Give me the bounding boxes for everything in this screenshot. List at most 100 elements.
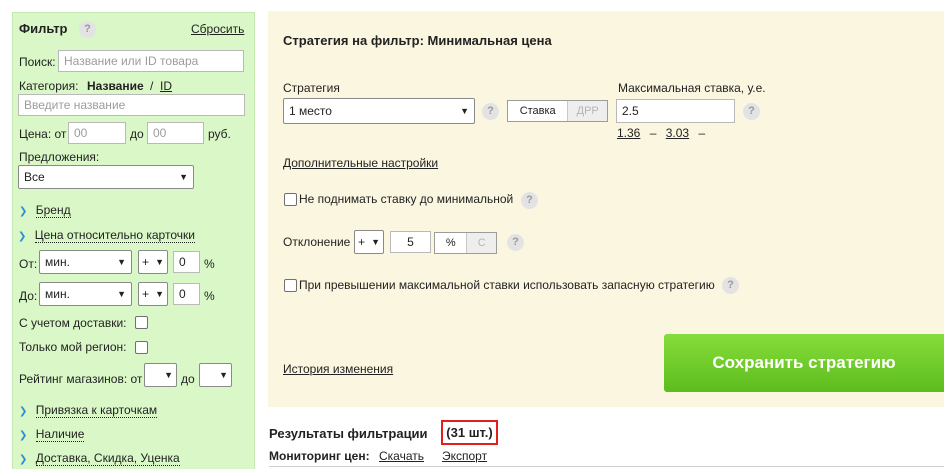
chevron-right-icon: ❯ bbox=[19, 430, 28, 441]
strategy-select[interactable]: 1 место ▼ bbox=[283, 98, 475, 124]
chevron-right-icon: ❯ bbox=[19, 406, 28, 417]
download-link[interactable]: Скачать bbox=[379, 449, 424, 463]
from-label: От: bbox=[19, 257, 38, 271]
to-select-value: мин. bbox=[45, 287, 70, 301]
reset-link[interactable]: Сбросить bbox=[191, 22, 244, 36]
category-by-id[interactable]: ID bbox=[160, 79, 172, 93]
rating-to-select[interactable]: ▼ bbox=[199, 363, 232, 387]
card-price-link[interactable]: Цена относительно карточки bbox=[34, 228, 195, 243]
rating-from-select[interactable]: ▼ bbox=[144, 363, 177, 387]
no-raise-help-icon[interactable]: ? bbox=[521, 192, 538, 209]
results-divider bbox=[269, 466, 944, 467]
availability-toggle[interactable]: ❯ Наличие bbox=[19, 427, 85, 442]
chevron-down-icon: ▼ bbox=[117, 289, 126, 299]
bid-mode-drr[interactable]: ДРР bbox=[567, 101, 607, 121]
bid-hint-dash-1: – bbox=[649, 126, 657, 140]
chevron-down-icon: ▼ bbox=[460, 106, 469, 116]
max-bid-input[interactable] bbox=[616, 99, 735, 123]
to-select[interactable]: мин. ▼ bbox=[39, 282, 132, 306]
price-from-input[interactable] bbox=[68, 122, 126, 144]
category-separator: / bbox=[150, 79, 154, 93]
from-sign-value: + bbox=[142, 255, 150, 269]
fallback-label: При превышении максимальной ставки испол… bbox=[299, 278, 715, 292]
strategy-label: Стратегия bbox=[283, 81, 340, 95]
export-link[interactable]: Экспорт bbox=[442, 449, 487, 463]
deviation-help-icon[interactable]: ? bbox=[507, 234, 524, 251]
from-select-value: мин. bbox=[45, 255, 70, 269]
filter-help-icon[interactable]: ? bbox=[79, 21, 96, 38]
from-percent: % bbox=[204, 257, 215, 271]
max-bid-label: Максимальная ставка, у.е. bbox=[618, 81, 766, 95]
deviation-sign-select[interactable]: + ▼ bbox=[354, 230, 384, 254]
fallback-help-icon[interactable]: ? bbox=[722, 277, 739, 294]
chevron-right-icon: ❯ bbox=[19, 206, 28, 217]
strategy-select-value: 1 место bbox=[289, 104, 332, 118]
deviation-currency[interactable]: С bbox=[466, 233, 496, 253]
offers-select[interactable]: Все ▼ bbox=[18, 165, 194, 189]
bid-hint-2[interactable]: 3.03 bbox=[666, 126, 689, 140]
chevron-down-icon: ▼ bbox=[155, 257, 164, 267]
delivery-discount-link[interactable]: Доставка, Скидка, Уценка bbox=[35, 451, 180, 466]
card-price-toggle[interactable]: ❯ Цена относительно карточки bbox=[18, 228, 195, 243]
chevron-down-icon: ▼ bbox=[164, 370, 173, 380]
region-label: Только мой регион: bbox=[19, 340, 127, 354]
chevron-down-icon: ▼ bbox=[219, 370, 228, 380]
to-percent: % bbox=[204, 289, 215, 303]
strategy-help-icon[interactable]: ? bbox=[482, 103, 499, 120]
chevron-down-icon: ▼ bbox=[117, 257, 126, 267]
rating-label: Рейтинг магазинов: от bbox=[19, 372, 143, 386]
delivery-checkbox[interactable] bbox=[135, 316, 148, 329]
chevron-down-icon: ▼ bbox=[371, 237, 380, 247]
category-input[interactable] bbox=[18, 94, 245, 116]
results-count: (31 шт.) bbox=[441, 420, 498, 445]
search-label: Поиск: bbox=[19, 55, 56, 69]
to-sign-value: + bbox=[142, 287, 150, 301]
bid-mode-bid[interactable]: Ставка bbox=[508, 101, 568, 121]
brand-link[interactable]: Бренд bbox=[35, 203, 71, 218]
max-bid-help-icon[interactable]: ? bbox=[743, 103, 760, 120]
from-value-input[interactable] bbox=[173, 251, 200, 273]
category-by-name[interactable]: Название bbox=[87, 79, 144, 93]
bid-hint-1[interactable]: 1.36 bbox=[617, 126, 640, 140]
monitoring-label: Мониторинг цен: bbox=[269, 449, 370, 463]
offers-label: Предложения: bbox=[19, 150, 100, 164]
to-label: До: bbox=[19, 289, 38, 303]
price-label: Цена: от bbox=[19, 127, 67, 141]
search-input[interactable] bbox=[58, 50, 244, 72]
brand-toggle[interactable]: ❯ Бренд bbox=[19, 203, 71, 218]
chevron-right-icon: ❯ bbox=[19, 454, 28, 465]
price-unit: руб. bbox=[208, 127, 231, 141]
no-raise-label: Не поднимать ставку до минимальной bbox=[299, 192, 514, 206]
delivery-discount-toggle[interactable]: ❯ Доставка, Скидка, Уценка bbox=[19, 451, 180, 466]
card-binding-link[interactable]: Привязка к карточкам bbox=[35, 403, 158, 418]
chevron-down-icon: ❯ bbox=[18, 231, 27, 242]
deviation-percent[interactable]: % bbox=[435, 233, 467, 253]
to-value-input[interactable] bbox=[173, 283, 200, 305]
fallback-checkbox[interactable] bbox=[284, 279, 297, 292]
price-to-label: до bbox=[130, 127, 144, 141]
from-select[interactable]: мин. ▼ bbox=[39, 250, 132, 274]
deviation-unit-toggle: % С bbox=[434, 232, 497, 254]
card-binding-toggle[interactable]: ❯ Привязка к карточкам bbox=[19, 403, 158, 418]
strategy-title: Стратегия на фильтр: Минимальная цена bbox=[283, 33, 552, 48]
chevron-down-icon: ▼ bbox=[155, 289, 164, 299]
availability-link[interactable]: Наличие bbox=[35, 427, 85, 442]
deviation-input[interactable] bbox=[390, 231, 431, 253]
results-title: Результаты фильтрации bbox=[269, 426, 428, 441]
deviation-label: Отклонение bbox=[283, 235, 351, 249]
history-link[interactable]: История изменения bbox=[283, 362, 393, 376]
extra-settings-link[interactable]: Дополнительные настройки bbox=[283, 156, 438, 170]
bid-hints: 1.36 – 3.03 – bbox=[617, 126, 705, 140]
bid-hint-dash-2: – bbox=[698, 126, 706, 140]
deviation-sign-value: + bbox=[358, 235, 366, 249]
offers-select-value: Все bbox=[24, 170, 45, 184]
region-checkbox[interactable] bbox=[135, 341, 148, 354]
chevron-down-icon: ▼ bbox=[179, 172, 188, 182]
filter-title: Фильтр bbox=[19, 21, 68, 36]
from-sign-select[interactable]: + ▼ bbox=[138, 250, 168, 274]
save-strategy-button[interactable]: Сохранить стратегию bbox=[664, 334, 944, 392]
to-sign-select[interactable]: + ▼ bbox=[138, 282, 168, 306]
no-raise-checkbox[interactable] bbox=[284, 193, 297, 206]
delivery-label: С учетом доставки: bbox=[19, 316, 127, 330]
price-to-input[interactable] bbox=[147, 122, 204, 144]
